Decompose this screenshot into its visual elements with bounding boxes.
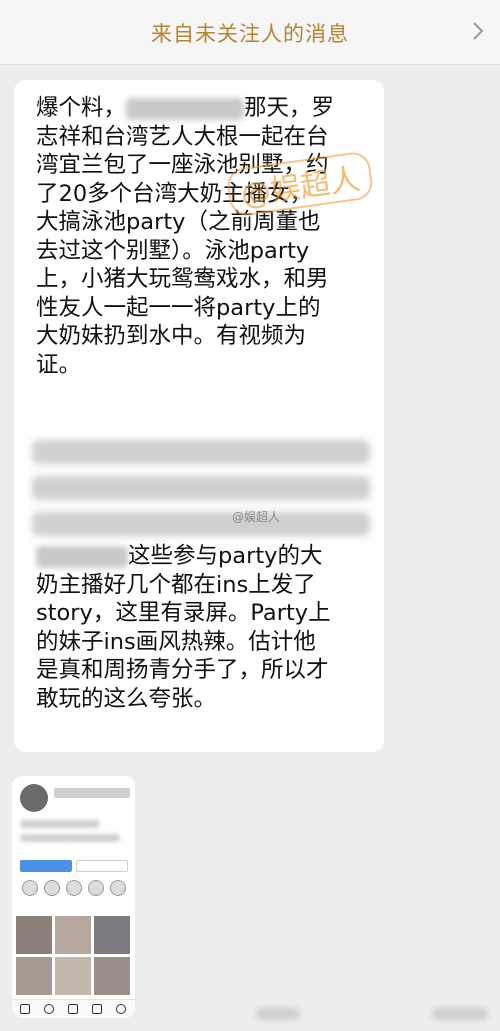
message-text: 这些参与party的大 bbox=[128, 543, 323, 569]
message-line: 大搞泳池party（之前周董也 bbox=[36, 209, 321, 235]
message-line: story，这里有录屏。Party上 bbox=[36, 600, 331, 626]
story-highlight bbox=[66, 880, 82, 896]
post-thumbnail bbox=[16, 916, 52, 954]
header-title: 来自未关注人的消息 bbox=[151, 22, 349, 46]
message-line: 的妹子ins画风热辣。估计他 bbox=[36, 628, 316, 655]
message-line: 敢玩的这么夸张。 bbox=[36, 685, 217, 712]
screenshot-image[interactable] bbox=[12, 776, 135, 1018]
message-line: 爆个料， 那天，罗 bbox=[36, 94, 366, 123]
story-highlight bbox=[110, 880, 126, 896]
message-line: 这些参与party的大 bbox=[36, 542, 366, 571]
chat-screen: 来自未关注人的消息 爆个料， 那天，罗 志祥和台湾艺人大根一起在台 湾宜兰包了一座… bbox=[0, 0, 500, 1031]
message-text: 爆个料， bbox=[36, 95, 127, 121]
app-tab-bar bbox=[12, 999, 135, 1018]
message-line: 证。 bbox=[36, 351, 82, 378]
message-line: 去过这个别墅）。泳池party bbox=[36, 237, 310, 264]
redacted-text bbox=[126, 97, 245, 120]
message-paragraph-2: 这些参与party的大 奶主播好几个都在ins上发了 story，这里有录屏。P… bbox=[36, 542, 366, 713]
message-text: 那天，罗 bbox=[244, 95, 335, 121]
message-paragraph-1: 爆个料， 那天，罗 志祥和台湾艺人大根一起在台 湾宜兰包了一座泳池别墅，约 了20… bbox=[36, 94, 366, 379]
message-header[interactable]: 来自未关注人的消息 bbox=[0, 0, 500, 65]
heart-icon bbox=[92, 1004, 102, 1014]
add-post-icon bbox=[68, 1004, 78, 1014]
message-line: 奶主播好几个都在ins上发了 bbox=[36, 571, 316, 598]
redacted-block bbox=[32, 512, 370, 536]
home-icon bbox=[20, 1004, 30, 1014]
watermark-text: @娱超人 bbox=[232, 510, 281, 524]
story-highlight bbox=[22, 880, 38, 896]
profile-stats bbox=[54, 788, 130, 798]
redacted-block bbox=[32, 476, 370, 500]
post-thumbnail bbox=[55, 957, 91, 995]
redacted-bio bbox=[20, 834, 120, 842]
avatar bbox=[20, 784, 48, 812]
profile-icon bbox=[116, 1004, 126, 1014]
message-line: 上，小猪大玩鸳鸯戏水，和男 bbox=[36, 266, 329, 292]
follow-button bbox=[20, 860, 72, 872]
message-line: 性友人一起一一将party上的 bbox=[36, 294, 321, 321]
story-highlight bbox=[44, 880, 60, 896]
redacted-bio bbox=[20, 820, 100, 828]
redacted-watermark bbox=[256, 1008, 300, 1020]
chevron-right-icon[interactable] bbox=[470, 20, 486, 42]
redacted-text bbox=[36, 545, 128, 568]
message-line: 是真和周扬青分手了，所以才 bbox=[36, 657, 329, 683]
story-highlight bbox=[88, 880, 104, 896]
message-button bbox=[76, 860, 128, 872]
post-thumbnail bbox=[55, 916, 91, 954]
post-thumbnail bbox=[94, 916, 130, 954]
post-thumbnail bbox=[94, 957, 130, 995]
redacted-block bbox=[32, 440, 370, 464]
message-line: 志祥和台湾艺人大根一起在台 bbox=[36, 123, 329, 150]
search-icon bbox=[44, 1004, 54, 1014]
message-line: 大奶妹扔到水中。有视频为 bbox=[36, 323, 307, 349]
redacted-watermark bbox=[432, 1008, 488, 1020]
post-thumbnail bbox=[16, 957, 52, 995]
